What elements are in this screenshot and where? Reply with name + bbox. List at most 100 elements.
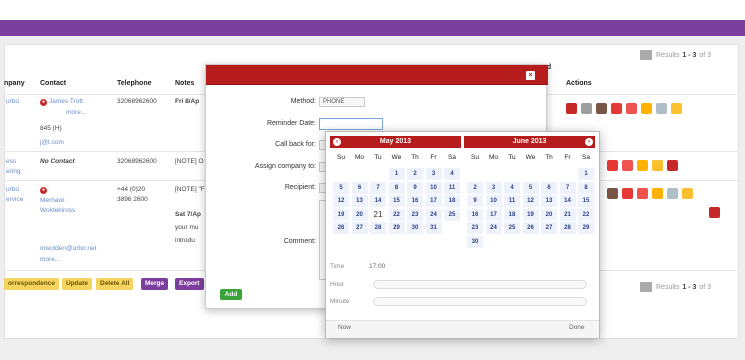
calendar-day[interactable]: 13 [541,195,557,207]
calendar-day[interactable]: 12 [333,195,349,207]
heart-icon[interactable] [622,160,633,171]
calendar-day[interactable]: 30 [407,222,423,234]
document-icon[interactable] [652,188,663,199]
calendar-day[interactable]: 16 [467,208,483,221]
calendar-day[interactable]: 9 [407,181,423,194]
calendar-day[interactable]: 29 [388,222,405,234]
calendar-day[interactable]: 14 [370,195,386,207]
calendar-day[interactable]: 9 [467,195,483,207]
heart-icon[interactable] [626,103,637,114]
company-link[interactable]: urbo [6,97,19,107]
calendar-day[interactable]: 1 [388,168,405,180]
next-month-icon[interactable]: › [585,138,593,146]
key-icon[interactable] [652,160,663,171]
column-header-telephone[interactable]: Telephone [117,80,151,87]
column-header-company[interactable]: npany [4,80,25,87]
calendar-day[interactable]: 2 [407,168,423,180]
calendar-day[interactable]: 23 [467,222,483,234]
email-icon[interactable] [709,207,720,218]
calendar-day[interactable]: 17 [425,195,442,207]
calendar-day[interactable]: 1 [578,168,594,180]
calendar-day[interactable]: 7 [370,181,386,194]
calendar-day[interactable]: 8 [578,181,594,194]
update-button[interactable]: Update [62,278,93,290]
contact-link[interactable]: Merhawi [40,196,65,206]
contact-link[interactable]: James Trott [49,98,83,105]
calendar-day[interactable]: 8 [388,181,405,194]
calendar-day[interactable]: 7 [559,181,576,194]
calendar-day[interactable]: 13 [351,195,368,207]
company-link[interactable]: ering [6,167,20,177]
calendar-day[interactable]: 11 [504,195,520,207]
calendar-day[interactable]: 3 [425,168,442,180]
contact-email[interactable]: j@t.com [40,138,64,148]
user-icon[interactable] [596,103,607,114]
calendar-day[interactable]: 18 [444,195,460,207]
calendar-day[interactable]: 26 [522,222,539,234]
merge-button[interactable]: Merge [141,278,169,290]
calendar-day[interactable]: 2 [467,181,483,194]
delete-all-button[interactable]: Delete All [96,278,134,290]
calendar-day[interactable]: 31 [425,222,442,234]
user-icon[interactable] [607,188,618,199]
calendar-day[interactable]: 22 [578,208,594,221]
pin-icon[interactable] [622,188,633,199]
column-header-contact[interactable]: Contact [40,80,66,87]
calendar-day[interactable]: 24 [485,222,502,234]
done-button[interactable]: Done [569,324,585,331]
calendar-day[interactable]: 10 [485,195,502,207]
pin-icon[interactable] [611,103,622,114]
calendar-day[interactable]: 3 [485,181,502,194]
minute-slider[interactable] [373,297,587,306]
calendar-day[interactable]: 14 [559,195,576,207]
calendar-day[interactable]: 27 [351,222,368,234]
calendar-day[interactable]: 28 [559,222,576,234]
key-icon[interactable] [671,103,682,114]
chat-icon[interactable] [656,103,667,114]
page-button[interactable] [640,282,652,292]
calendar-day[interactable]: 22 [388,208,405,221]
company-link[interactable]: ervice [6,195,23,205]
heart-icon[interactable] [637,188,648,199]
contact-email[interactable]: mwolden@urbo.net [40,244,96,254]
calendar-day[interactable]: 20 [541,208,557,221]
calendar-day[interactable]: 30 [467,235,483,248]
company-link[interactable]: ess [6,157,16,167]
column-header-notes[interactable]: Notes [175,80,194,87]
calendar-day[interactable]: 10 [425,181,442,194]
company-link[interactable]: urbo [6,185,19,195]
calendar-day[interactable]: 24 [425,208,442,221]
prev-month-icon[interactable]: ‹ [333,138,341,146]
calendar-day[interactable]: 28 [370,222,386,234]
now-button[interactable]: Now [338,324,351,331]
calendar-day[interactable]: 19 [333,208,349,221]
more-link[interactable]: more... [66,108,86,118]
document-icon[interactable] [641,103,652,114]
document-icon[interactable] [637,160,648,171]
calendar-day[interactable]: 19 [522,208,539,221]
email-icon[interactable] [667,160,678,171]
export-button[interactable]: Export [175,278,204,290]
pin-icon[interactable] [607,160,618,171]
hour-slider[interactable] [373,280,587,289]
reminder-date-input[interactable] [319,118,383,130]
calendar-day[interactable]: 6 [541,181,557,194]
add-button[interactable]: Add [220,289,242,300]
calendar-day[interactable]: 21 [370,208,386,221]
calendar-day[interactable]: 25 [504,222,520,234]
calendar-day[interactable]: 29 [578,222,594,234]
key-icon[interactable] [682,188,693,199]
correspondence-button[interactable]: orrespondence [4,278,59,290]
calendar-day[interactable]: 11 [444,181,460,194]
calendar-day[interactable]: 4 [504,181,520,194]
more-link[interactable]: more... [40,255,60,265]
calendar-day[interactable]: 27 [541,222,557,234]
calendar-day[interactable]: 26 [333,222,349,234]
email-icon[interactable] [566,103,577,114]
calendar-day[interactable]: 21 [559,208,576,221]
calendar-day[interactable]: 5 [522,181,539,194]
calendar-day[interactable]: 16 [407,195,423,207]
contact-link[interactable]: Woldekiross [40,206,75,216]
page-button[interactable] [640,50,652,60]
calendar-day[interactable]: 17 [485,208,502,221]
